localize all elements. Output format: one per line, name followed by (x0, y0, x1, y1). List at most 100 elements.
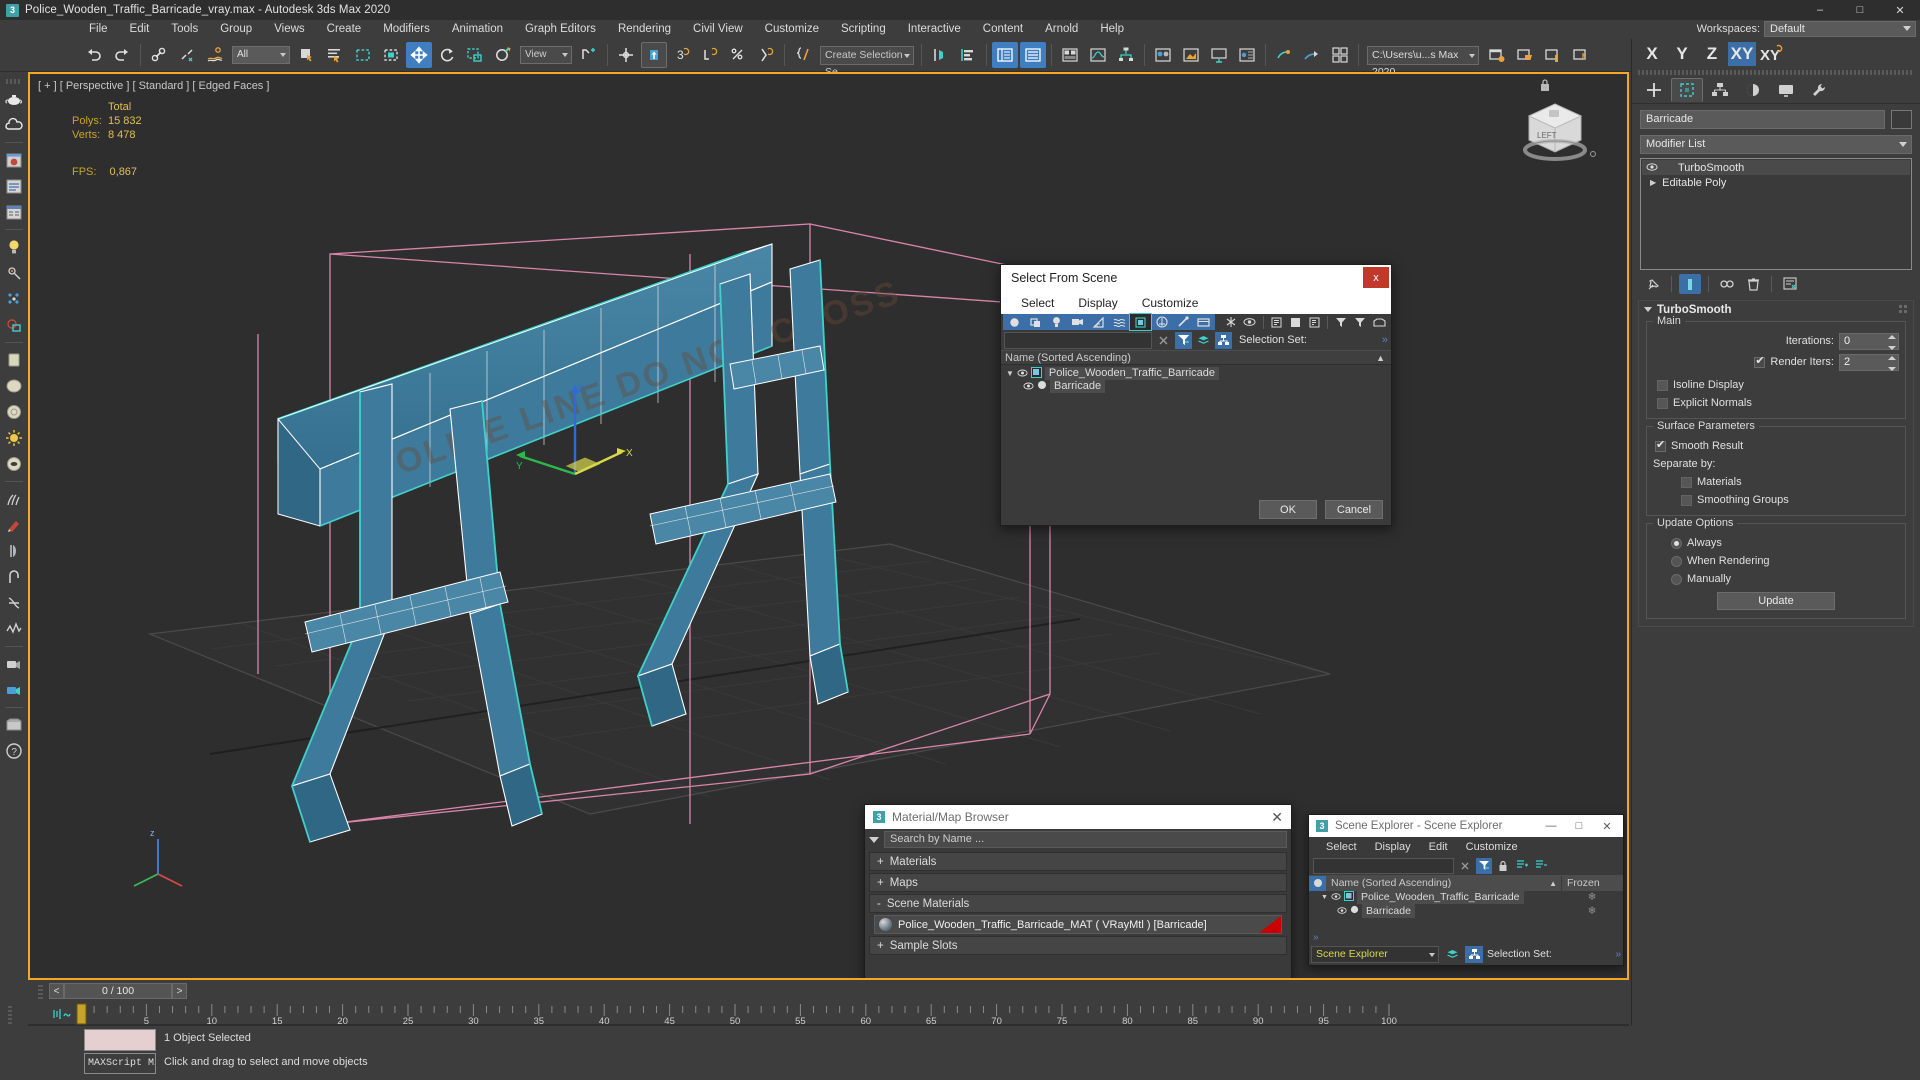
mirror-icon[interactable] (927, 42, 953, 68)
scene-explorer-panel[interactable]: 3 Scene Explorer - Scene Explorer — □ ✕ … (1308, 814, 1624, 966)
mmb-group-materials[interactable]: + Materials (869, 852, 1287, 871)
se-hierarchy-toggle-icon[interactable] (1465, 945, 1483, 963)
paint-deform-icon[interactable] (2, 513, 26, 537)
hierarchy-toggle-icon[interactable] (1215, 331, 1232, 349)
se-node-name[interactable]: Police_Wooden_Traffic_Barricade (1356, 890, 1524, 904)
maxscript-listener-box[interactable] (84, 1029, 156, 1051)
particle-system-icon[interactable] (2, 287, 26, 311)
prev-frame-button[interactable]: < (49, 983, 64, 999)
camera-icon[interactable] (2, 652, 26, 676)
perspective-viewport[interactable]: POLICE LINE DO NOT CROSS Y X Z z [+] [… (28, 72, 1629, 980)
se-selection-column-icon[interactable] (1309, 875, 1326, 891)
layers-toggle-icon[interactable] (1195, 332, 1212, 349)
reference-coordinate-dropdown[interactable]: View (520, 46, 572, 64)
twist-modifier-icon[interactable] (2, 591, 26, 615)
update-manually-row[interactable]: Manually (1653, 570, 1899, 588)
sfs-row-child[interactable]: Barricade (1001, 380, 1391, 393)
menu-interactive[interactable]: Interactive (897, 20, 972, 39)
percent-snap-toggle-icon[interactable]: 3 (669, 42, 695, 68)
hair-fur-modifier-icon[interactable] (2, 487, 26, 511)
render-iters-spinner[interactable]: 2 (1839, 353, 1899, 371)
viewport-label[interactable]: [ + ] [ Perspective ] [ Standard ] [ Edg… (38, 80, 269, 92)
help-icon[interactable]: ? (2, 739, 26, 763)
update-always-radio[interactable] (1671, 537, 1682, 549)
geometry-icon[interactable] (1004, 314, 1025, 330)
open-project-folder-icon[interactable] (1512, 42, 1538, 68)
vray-frame-buffer-icon[interactable] (1271, 42, 1297, 68)
expand-triangle-icon[interactable]: ▶ (1650, 178, 1656, 187)
rendered-frame-window-icon[interactable] (1206, 42, 1232, 68)
xrefs-icon[interactable] (1151, 314, 1172, 330)
scene-list-icon[interactable] (2, 174, 26, 198)
isoline-display-row[interactable]: Isoline Display (1653, 376, 1899, 394)
se-search-input[interactable] (1313, 857, 1454, 874)
containers-icon[interactable] (1193, 314, 1214, 330)
align-icon[interactable] (955, 42, 981, 68)
se-row-parent[interactable]: ▼ Police_Wooden_Traffic_Barricade ❄ (1309, 890, 1623, 904)
sfs-search-input[interactable] (1004, 331, 1152, 349)
sfs-column-header[interactable]: Name (Sorted Ascending) ▲ (1001, 350, 1391, 365)
panel-grip[interactable] (1638, 70, 1914, 75)
display-tab[interactable] (1770, 78, 1802, 102)
vray-camera-icon[interactable] (2, 678, 26, 702)
lathe-modifier-icon[interactable] (2, 539, 26, 563)
angle-snap-toggle-icon[interactable] (641, 42, 667, 68)
chevron-down-icon[interactable] (869, 836, 879, 843)
mmb-close-button[interactable]: ✕ (1271, 809, 1283, 826)
material-preview-icon[interactable] (2, 148, 26, 172)
sfs-node-name[interactable]: Barricade (1050, 380, 1106, 393)
smooth-result-checkbox[interactable] (1655, 438, 1666, 452)
track-bar-grip[interactable] (8, 1004, 12, 1024)
select-and-place-icon[interactable] (490, 42, 516, 68)
next-frame-button[interactable]: > (172, 983, 187, 999)
groups-icon[interactable] (1129, 313, 1152, 331)
sort-ascending-icon[interactable]: ▲ (1549, 876, 1557, 891)
undo-button[interactable] (81, 42, 107, 68)
menu-arnold[interactable]: Arnold (1034, 20, 1089, 39)
cloud-primitive-icon[interactable] (2, 113, 26, 137)
spinner-arrows-icon[interactable] (1887, 334, 1896, 350)
menu-group[interactable]: Group (209, 20, 263, 39)
update-manually-radio[interactable] (1671, 573, 1682, 585)
se-row-name-cell[interactable]: ▼ Police_Wooden_Traffic_Barricade (1309, 890, 1561, 904)
toggle-ribbon-icon[interactable] (1057, 42, 1083, 68)
se-lock-icon[interactable] (1495, 858, 1511, 874)
sfs-menu-customize[interactable]: Customize (1130, 296, 1211, 310)
menu-edit[interactable]: Edit (119, 20, 161, 39)
torus-primitive-icon[interactable] (2, 452, 26, 476)
schematic-view-icon[interactable] (1113, 42, 1139, 68)
unlink-selection-icon[interactable] (174, 42, 200, 68)
toolbar-grip[interactable] (6, 79, 22, 84)
se-expand-all-icon[interactable] (1514, 858, 1530, 874)
hierarchy-tab[interactable] (1704, 78, 1736, 102)
sfs-object-list[interactable]: ▼ Police_Wooden_Traffic_Barricade Barric… (1001, 365, 1391, 473)
cameras-icon[interactable] (1067, 314, 1088, 330)
sfs-menu-select[interactable]: Select (1009, 296, 1066, 310)
viewcube[interactable]: LEFT (1515, 92, 1599, 164)
menu-content[interactable]: Content (972, 20, 1034, 39)
modifier-list-dropdown[interactable]: Modifier List (1640, 135, 1912, 154)
show-end-result-icon[interactable] (1679, 274, 1701, 294)
freeze-icon[interactable] (1221, 314, 1240, 330)
properties-icon[interactable] (1305, 314, 1324, 330)
visibility-eye-icon[interactable] (1337, 905, 1347, 917)
curve-editor-icon[interactable] (1085, 42, 1111, 68)
menu-tools[interactable]: Tools (160, 20, 209, 39)
isoline-display-checkbox[interactable] (1657, 379, 1668, 391)
workspaces-dropdown[interactable]: Default (1764, 21, 1916, 37)
selection-filter-toggle-icon[interactable] (1175, 331, 1192, 349)
use-pivot-point-center-icon[interactable] (576, 42, 602, 68)
make-unique-icon[interactable] (1716, 274, 1738, 294)
material-map-browser[interactable]: 3 Material/Map Browser ✕ Search by Name … (864, 804, 1292, 978)
expand-triangle-icon[interactable]: ▼ (1321, 894, 1328, 901)
axis-x-button[interactable]: X (1638, 42, 1666, 66)
se-close-button[interactable]: ✕ (1593, 815, 1621, 837)
rollout-grip-icon[interactable] (1899, 304, 1907, 316)
quad-layout-icon[interactable] (1327, 42, 1353, 68)
modifier-stack-item-editable-poly[interactable]: ▶ Editable Poly (1642, 175, 1910, 190)
menu-file[interactable]: File (78, 20, 119, 39)
sfs-menu-display[interactable]: Display (1066, 296, 1129, 310)
smoothing-groups-checkbox[interactable] (1681, 494, 1692, 506)
modify-tab[interactable] (1671, 77, 1703, 102)
vray-render-icon[interactable] (1299, 42, 1325, 68)
